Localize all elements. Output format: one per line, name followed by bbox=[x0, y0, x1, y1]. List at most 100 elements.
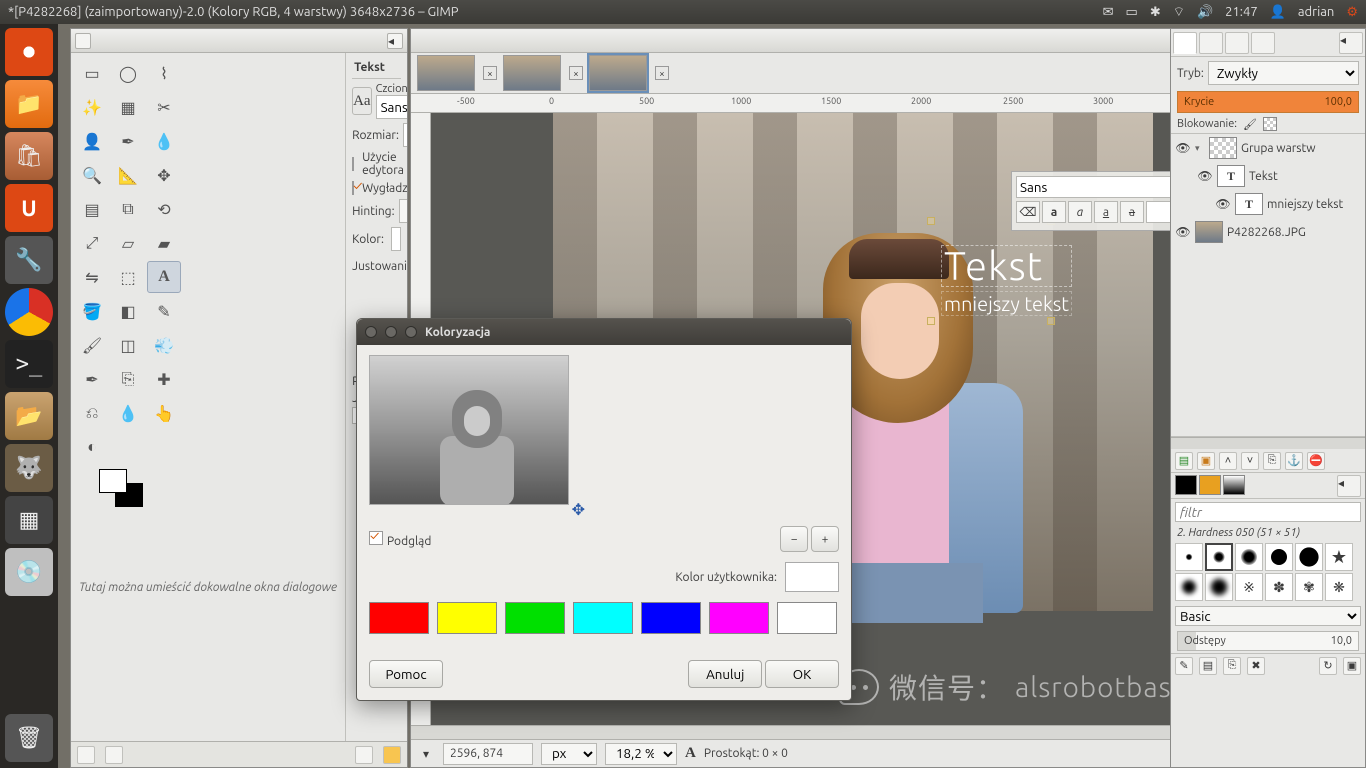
quickmask-button[interactable]: ▾ bbox=[417, 747, 435, 761]
dash-icon[interactable] bbox=[5, 28, 53, 76]
swatch-yellow[interactable] bbox=[437, 602, 497, 634]
brush-10[interactable]: ✽ bbox=[1265, 573, 1293, 601]
lower-layer-button[interactable]: ˅ bbox=[1241, 452, 1259, 470]
status-unit-select[interactable]: px bbox=[541, 743, 597, 765]
help-button[interactable]: Pomoc bbox=[369, 660, 443, 688]
tool-brush[interactable]: 🖌 bbox=[75, 329, 109, 361]
visibility-toggle[interactable]: 👁 bbox=[1215, 197, 1231, 211]
tool-dodge[interactable]: ◐ bbox=[75, 431, 109, 463]
doc-tab-3[interactable] bbox=[589, 55, 647, 91]
tool-heal[interactable]: ✚ bbox=[147, 363, 181, 395]
layer-group[interactable]: 👁 ▾ Grupa warstw bbox=[1171, 134, 1365, 162]
status-reset-icon[interactable] bbox=[105, 746, 123, 764]
tab-layers[interactable] bbox=[1173, 32, 1197, 54]
canvas-scrollbar[interactable] bbox=[411, 725, 1219, 739]
tool-ellipse-select[interactable]: ◯ bbox=[111, 57, 145, 89]
brush-12[interactable]: ❋ bbox=[1325, 573, 1353, 601]
dialog-titlebar[interactable]: Koloryzacja bbox=[357, 319, 851, 345]
hinting-select[interactable]: Średni bbox=[399, 199, 407, 223]
user-color-button[interactable] bbox=[785, 562, 839, 592]
tool-rotate[interactable]: ⟲ bbox=[147, 193, 181, 225]
gradient-tab-1[interactable] bbox=[1175, 475, 1197, 495]
swatch-blue[interactable] bbox=[641, 602, 701, 634]
tool-crop[interactable]: ⧉ bbox=[111, 193, 145, 225]
tool-perspective[interactable]: ▰ bbox=[147, 227, 181, 259]
brush-filter-input[interactable] bbox=[1175, 502, 1361, 522]
tool-align[interactable]: ▤ bbox=[75, 193, 109, 225]
color-swatches[interactable] bbox=[75, 465, 181, 515]
tool-scale[interactable]: ⤢ bbox=[75, 227, 109, 259]
raise-layer-button[interactable]: ˄ bbox=[1219, 452, 1237, 470]
user-name[interactable]: adrian bbox=[1298, 5, 1334, 19]
gradient-tab-2[interactable] bbox=[1199, 475, 1221, 495]
del-brush-button[interactable]: ✖ bbox=[1247, 657, 1265, 675]
swatch-white[interactable] bbox=[777, 602, 837, 634]
duplicate-layer-button[interactable]: ⎘ bbox=[1263, 452, 1281, 470]
sound-icon[interactable]: 🔊 bbox=[1197, 5, 1213, 20]
tool-blend[interactable]: ◧ bbox=[111, 295, 145, 327]
tool-text[interactable]: A bbox=[147, 261, 181, 293]
tool-shear[interactable]: ▱ bbox=[111, 227, 145, 259]
gradient-tab-menu[interactable]: ◂ bbox=[1337, 475, 1361, 497]
float-bold-button[interactable]: a bbox=[1042, 201, 1066, 223]
text-layer-overlay[interactable]: Tekst mniejszy tekst bbox=[941, 245, 1072, 316]
brush-2[interactable] bbox=[1205, 543, 1233, 571]
float-underline-button[interactable]: a bbox=[1094, 201, 1118, 223]
tab-paths[interactable] bbox=[1225, 32, 1249, 54]
gimp-icon[interactable]: 🐺 bbox=[5, 444, 53, 492]
tab-menu-button[interactable] bbox=[75, 33, 91, 49]
user-icon[interactable]: 👤 bbox=[1270, 5, 1286, 20]
float-italic-button[interactable]: a bbox=[1068, 201, 1092, 223]
preview-checkbox[interactable] bbox=[369, 531, 383, 545]
layer-tekst[interactable]: 👁 T Tekst bbox=[1171, 162, 1365, 190]
new-layer-button[interactable]: ▤ bbox=[1175, 452, 1193, 470]
mail-icon[interactable]: ✉ bbox=[1103, 5, 1114, 20]
visibility-toggle[interactable]: 👁 bbox=[1197, 169, 1213, 183]
layer-mniejszy-tekst[interactable]: 👁 T mniejszy tekst bbox=[1171, 190, 1365, 218]
trash-icon[interactable]: 🗑 bbox=[5, 714, 53, 762]
tool-blur[interactable]: 💧 bbox=[111, 397, 145, 429]
move-icon[interactable]: ✥ bbox=[572, 500, 585, 519]
folder-icon[interactable]: 📂 bbox=[5, 392, 53, 440]
gradient-tab-3[interactable] bbox=[1223, 475, 1245, 495]
tool-scissors[interactable]: ✂ bbox=[147, 91, 181, 123]
wifi-icon[interactable]: ⌔ bbox=[1173, 4, 1185, 20]
swatch-magenta[interactable] bbox=[709, 602, 769, 634]
zoom-in-button[interactable]: + bbox=[811, 526, 839, 552]
mode-select[interactable]: Zwykły bbox=[1208, 61, 1359, 85]
tool-rect-select[interactable]: ▭ bbox=[75, 57, 109, 89]
ubuntu-one-icon[interactable]: U bbox=[5, 184, 53, 232]
brush-3[interactable] bbox=[1235, 543, 1263, 571]
float-clear-button[interactable]: ⌫ bbox=[1016, 201, 1040, 223]
gear-icon[interactable]: ⚙ bbox=[1346, 5, 1358, 20]
tool-picker[interactable]: 💧 bbox=[147, 125, 181, 157]
anchor-layer-button[interactable]: ⚓ bbox=[1285, 452, 1303, 470]
status-save-icon[interactable] bbox=[77, 746, 95, 764]
brush-11[interactable]: ✾ bbox=[1295, 573, 1323, 601]
brush-1[interactable] bbox=[1175, 543, 1203, 571]
dup-brush-button[interactable]: ⎘ bbox=[1223, 657, 1241, 675]
opacity-slider[interactable]: Krycie 100,0 bbox=[1177, 91, 1359, 113]
swatch-red[interactable] bbox=[369, 602, 429, 634]
visibility-toggle[interactable]: 👁 bbox=[1175, 225, 1191, 239]
expand-toggle[interactable]: ▾ bbox=[1195, 143, 1205, 154]
dialog-min-button[interactable] bbox=[385, 326, 397, 338]
software-icon[interactable]: 🛍 bbox=[5, 132, 53, 180]
brush-6[interactable]: ★ bbox=[1325, 543, 1353, 571]
tool-move[interactable]: ✥ bbox=[147, 159, 181, 191]
settings-icon[interactable]: 🔧 bbox=[5, 236, 53, 284]
disk-icon[interactable]: 💿 bbox=[5, 548, 53, 596]
tool-ink[interactable]: ✒ bbox=[75, 363, 109, 395]
terminal-icon[interactable]: >_ bbox=[5, 340, 53, 388]
use-editor-checkbox[interactable] bbox=[352, 157, 354, 171]
swatch-cyan[interactable] bbox=[573, 602, 633, 634]
brush-9[interactable]: ※ bbox=[1235, 573, 1263, 601]
brush-spacing-slider[interactable]: Odstępy10,0 bbox=[1177, 631, 1359, 651]
tool-clone[interactable]: ⎘ bbox=[111, 363, 145, 395]
brush-set-select[interactable]: Basic bbox=[1175, 606, 1361, 626]
tool-zoom[interactable]: 🔍 bbox=[75, 159, 109, 191]
tool-pencil[interactable]: ✎ bbox=[147, 295, 181, 327]
tool-perspective-clone[interactable]: ⎌ bbox=[75, 397, 109, 429]
tool-cage[interactable]: ⬚ bbox=[111, 261, 145, 293]
text-layer-big[interactable]: Tekst bbox=[941, 245, 1072, 287]
